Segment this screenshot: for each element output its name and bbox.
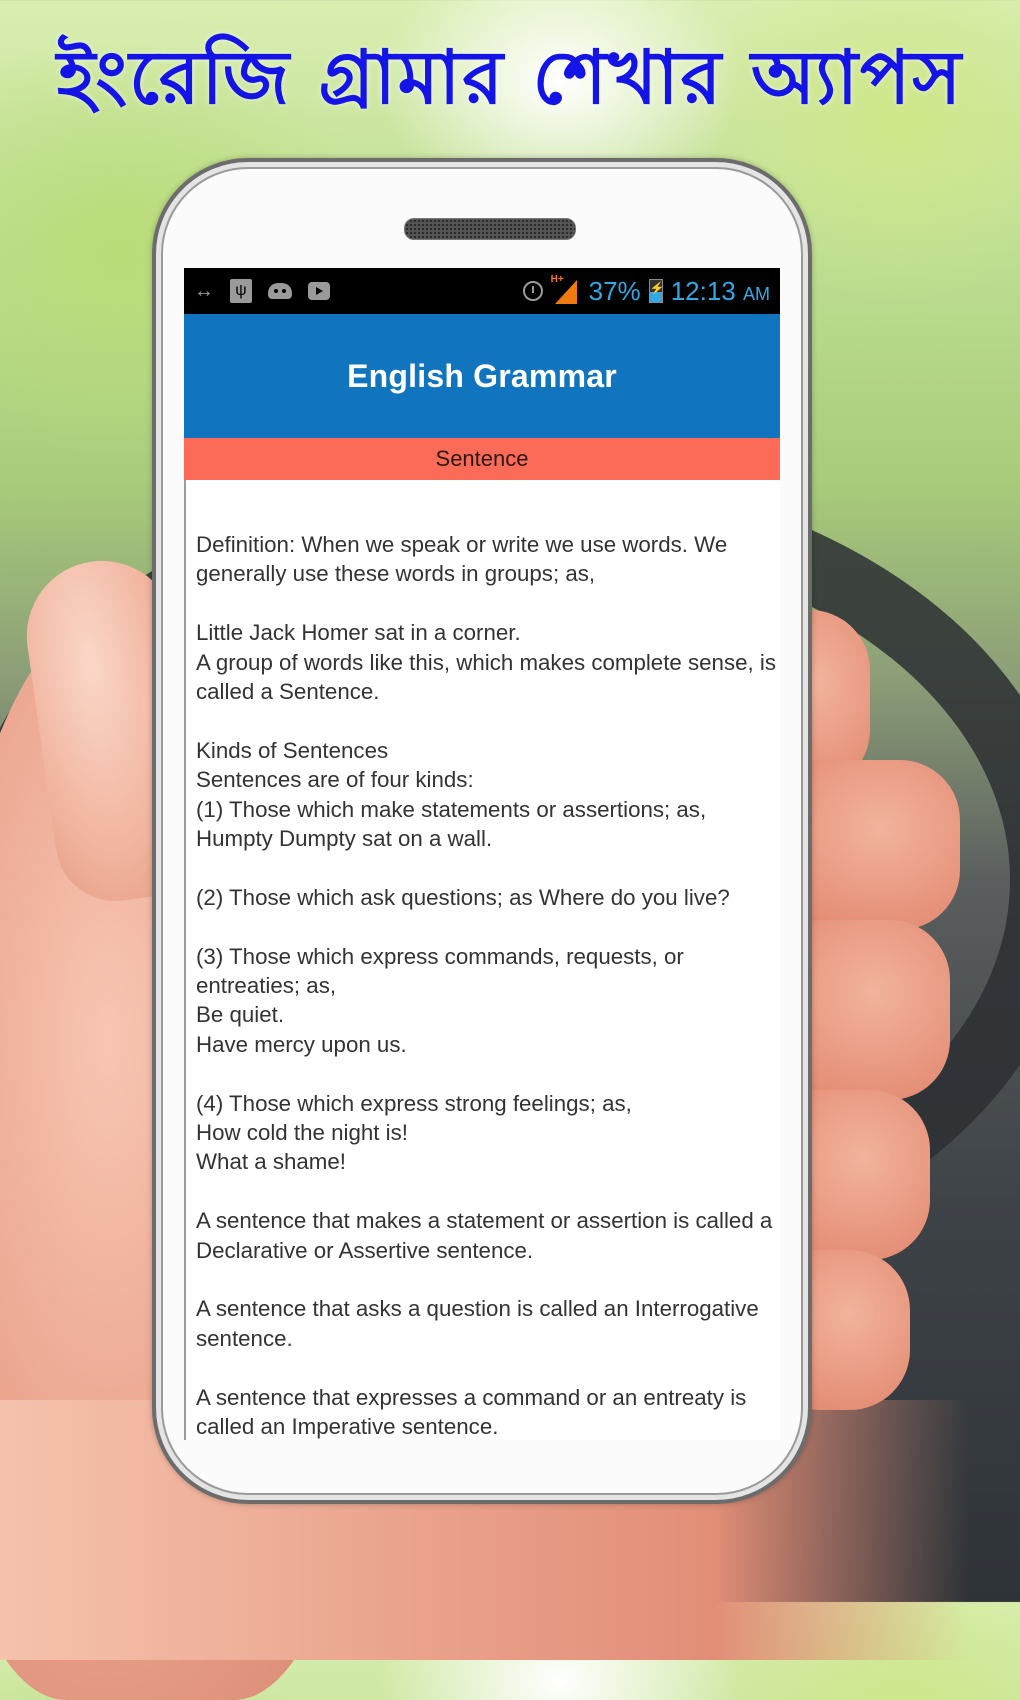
- lesson-paragraph: (3) Those which express commands, reques…: [196, 943, 684, 1057]
- lesson-paragraph: (2) Those which ask questions; as Where …: [196, 884, 730, 910]
- section-header: Sentence: [184, 438, 780, 480]
- status-bar: ↔ ψ H+ 37% 12:13 AM: [184, 268, 780, 314]
- alarm-icon: [522, 281, 543, 301]
- android-debug-icon: [268, 283, 292, 299]
- lesson-paragraph: Kinds of Sentences Sentences are of four…: [196, 737, 707, 852]
- lesson-content[interactable]: Definition: When we speak or write we us…: [184, 480, 780, 1440]
- data-transfer-icon: ↔: [194, 280, 214, 302]
- clock-time: 12:13: [670, 275, 736, 306]
- lesson-paragraph: A sentence that makes a statement or ass…: [196, 1208, 773, 1263]
- usb-icon: ψ: [230, 279, 252, 303]
- section-title: Sentence: [435, 446, 529, 471]
- phone-frame: ↔ ψ H+ 37% 12:13 AM English Gramm: [152, 158, 812, 1504]
- battery-charging-icon: [648, 279, 665, 303]
- app-title-bar: English Grammar: [184, 314, 780, 438]
- battery-percent: 37%: [588, 275, 641, 306]
- clock-ampm: AM: [743, 283, 770, 304]
- status-clock: 12:13 AM: [671, 276, 770, 307]
- lesson-paragraph: A sentence that asks a question is calle…: [196, 1296, 759, 1351]
- lesson-paragraph: Definition: When we speak or write we us…: [196, 532, 728, 587]
- promo-headline: ইংরেজি গ্রামার শেখার অ্যাপস: [56, 35, 964, 121]
- lesson-paragraph: A sentence that expresses a command or a…: [196, 1384, 747, 1440]
- app-title: English Grammar: [347, 357, 617, 394]
- signal-icon: H+: [551, 274, 581, 306]
- lesson-paragraph: Little Jack Homer sat in a corner. A gro…: [196, 620, 776, 705]
- youtube-icon: [308, 282, 330, 300]
- phone-screen: ↔ ψ H+ 37% 12:13 AM English Gramm: [184, 268, 780, 1440]
- phone-speaker: [404, 218, 576, 240]
- lesson-paragraph: (4) Those which express strong feelings;…: [196, 1090, 632, 1175]
